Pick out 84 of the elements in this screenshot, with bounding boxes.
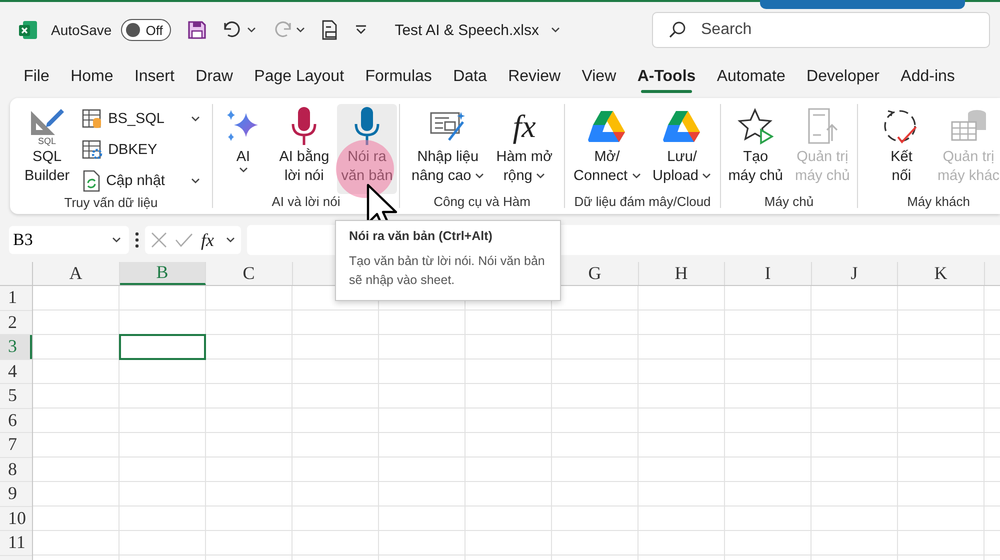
group-label: Truy vấn dữ liệu <box>63 195 159 212</box>
group-label: Công cụ và Hàm <box>432 194 532 211</box>
ribbon-button[interactable]: fx Hàm mở rộng <box>492 104 556 194</box>
column-header[interactable]: K <box>898 262 984 285</box>
column-header[interactable]: B <box>120 262 206 285</box>
ribbon-button[interactable]: AI <box>215 104 272 194</box>
ribbon-button[interactable]: Lưu/ Upload <box>648 104 716 194</box>
print-preview-icon[interactable] <box>320 20 339 40</box>
more-options-icon[interactable] <box>135 232 139 248</box>
spreadsheet-app-icon <box>18 20 38 40</box>
tooltip-title: Nói ra văn bản (Ctrl+Alt) <box>349 229 494 243</box>
row-header[interactable]: 1 <box>0 286 32 310</box>
caret-icon <box>112 237 121 243</box>
column-header[interactable]: J <box>812 262 898 285</box>
autosave-label: AutoSave <box>51 22 112 38</box>
ribbon-tab[interactable]: File <box>13 64 60 90</box>
ribbon-button[interactable]: Mở/ Connect <box>570 104 645 194</box>
ribbon-button[interactable]: Cập nhật <box>79 166 203 195</box>
customize-toolbar-icon[interactable] <box>354 25 367 35</box>
ribbon-tab[interactable]: Page Layout <box>244 64 355 90</box>
cell-grid[interactable] <box>33 286 1000 560</box>
row-header[interactable]: 3 <box>0 335 32 360</box>
row-header[interactable]: 4 <box>0 360 32 384</box>
column-header[interactable]: C <box>206 262 292 285</box>
undo-icon[interactable] <box>222 21 243 39</box>
ribbon-tab[interactable]: A-Tools <box>626 64 706 90</box>
caret-icon <box>246 27 256 33</box>
group-label: Máy khách <box>906 194 971 211</box>
row-header[interactable]: 5 <box>0 384 32 408</box>
ribbon-tab[interactable]: Automate <box>706 64 796 90</box>
row-header[interactable]: 8 <box>0 458 32 482</box>
ribbon-tab[interactable]: Review <box>497 64 572 90</box>
group-label: Máy chủ <box>763 194 815 211</box>
autosave-toggle[interactable]: Off <box>120 19 171 41</box>
drive-icon <box>663 109 701 143</box>
caret-icon <box>226 237 235 243</box>
ribbon-tab[interactable]: Home <box>60 64 124 90</box>
ribbon-tab[interactable]: Data <box>442 64 498 90</box>
caret-icon <box>536 173 546 180</box>
caret-icon <box>238 167 248 173</box>
table-icon <box>82 138 104 160</box>
row-header[interactable]: 11 <box>0 531 32 556</box>
row-header[interactable]: 6 <box>0 408 32 433</box>
ribbon-button[interactable]: SQL SQL Builder <box>19 104 76 194</box>
caret-icon <box>475 173 484 180</box>
file-name[interactable]: Test AI & Speech.xlsx <box>394 22 560 38</box>
caret-icon <box>190 178 200 184</box>
row-header[interactable]: 7 <box>0 433 32 458</box>
database-table-icon <box>948 108 988 144</box>
ribbon-tab[interactable]: Add-ins <box>890 64 966 90</box>
ribbon-button[interactable]: AI bằng lời nói <box>275 104 334 194</box>
tooltip-text: Tạo văn bản từ lời nói. Nói văn bản sẽ nhập vào sheet. <box>349 253 546 289</box>
column-header[interactable]: H <box>638 262 725 285</box>
ribbon-tab[interactable]: Developer <box>796 64 890 90</box>
ribbon-tab[interactable]: View <box>571 64 627 90</box>
drive-icon <box>588 109 626 143</box>
row-header[interactable]: 10 <box>0 506 32 531</box>
ribbon-button[interactable]: Tạo máy chủ <box>724 104 787 194</box>
name-box[interactable]: B3 <box>9 226 129 254</box>
save-icon[interactable] <box>186 20 207 40</box>
ribbon-button[interactable]: BS_SQL <box>79 104 203 133</box>
selected-cell[interactable] <box>118 334 206 360</box>
document-upload-icon <box>805 107 840 145</box>
function-icon: fx <box>512 106 536 146</box>
column-header[interactable]: I <box>725 262 812 285</box>
ribbon-button[interactable]: Kết nối <box>873 104 930 194</box>
group-label: Dữ liệu đám mây/Cloud <box>573 194 712 211</box>
insert-function-button[interactable]: fx <box>201 230 214 250</box>
caret-icon <box>296 27 305 33</box>
caret-icon <box>702 173 712 180</box>
group-label: AI và lời nói <box>270 194 342 211</box>
search-icon <box>668 21 686 39</box>
document-refresh-icon <box>82 170 102 192</box>
ribbon-button[interactable]: DBKEY <box>79 135 203 164</box>
star-play-icon <box>736 107 775 145</box>
ribbon-tab[interactable]: Insert <box>124 64 186 90</box>
caret-icon <box>190 116 200 122</box>
caret-icon <box>632 173 641 180</box>
ribbon-tab[interactable]: Draw <box>185 64 244 90</box>
caret-icon <box>550 27 560 33</box>
ribbon-tab[interactable]: Formulas <box>354 64 442 90</box>
ribbon-button[interactable]: Nhập liệu nâng cao <box>408 104 488 194</box>
row-header[interactable]: 9 <box>0 482 32 506</box>
search-field[interactable]: Search <box>652 12 990 48</box>
